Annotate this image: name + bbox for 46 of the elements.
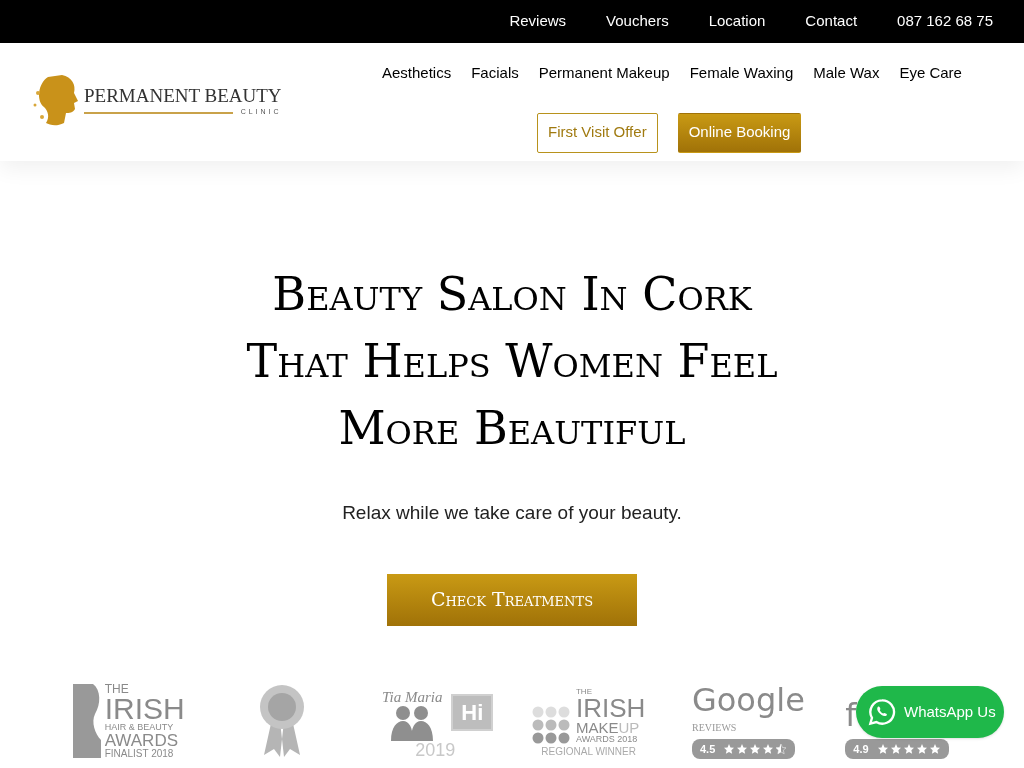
award-text: UP — [618, 720, 640, 735]
nav-link[interactable]: Aesthetics — [382, 62, 452, 85]
hero-title: Beauty Salon In Cork That Helps Women Feel More Beautiful — [246, 266, 778, 457]
top-link[interactable]: 087 162 68 75 — [897, 10, 993, 33]
award-text: AWARDS — [104, 732, 179, 749]
award-text: HAIR & BEAUTY — [104, 723, 175, 732]
top-link[interactable]: Contact — [805, 10, 858, 33]
top-link[interactable]: Vouchers — [606, 10, 669, 33]
star-icon — [723, 742, 736, 755]
hair-silhouette-icon — [72, 684, 101, 758]
top-link[interactable]: Location — [708, 10, 766, 33]
top-link[interactable]: Reviews — [509, 10, 567, 33]
award-text: AWARDS 2018 — [575, 735, 639, 744]
nav-link[interactable]: Female Waxing — [689, 62, 794, 85]
rating-score: 4.5 — [699, 741, 716, 757]
nav-link[interactable]: Male Wax — [813, 62, 880, 85]
star-icon — [736, 742, 749, 755]
award-text: IRISH — [575, 696, 646, 720]
star-icon — [928, 742, 941, 755]
star-icon — [749, 742, 762, 755]
star-icon — [902, 742, 915, 755]
award-text: REGIONAL WINNER — [541, 745, 636, 759]
whatsapp-icon — [868, 698, 896, 726]
nav-link[interactable]: Eye Care — [899, 62, 962, 85]
award-text: THE — [104, 683, 130, 695]
award-text: FINALIST 2018 — [104, 749, 175, 759]
nav-link[interactable]: Facials — [471, 62, 519, 85]
logo-text: PERMANENT BEAUTY — [84, 86, 282, 106]
award-text: REVIEWS — [691, 720, 737, 735]
hero-subtitle: Relax while we take care of your beauty. — [342, 501, 682, 525]
rosette-icon — [258, 683, 306, 759]
rating-score: 4.9 — [853, 741, 869, 757]
award-text: Hi — [451, 694, 494, 731]
nav-link[interactable]: Permanent Makeup — [538, 62, 670, 85]
award-text: Tia Maria — [382, 690, 443, 705]
header-button[interactable]: First Visit Offer — [537, 112, 658, 153]
star-icon — [876, 742, 889, 755]
award-text: MAKE — [575, 720, 619, 735]
award-text: IRISH — [104, 695, 185, 723]
award-text: THE — [575, 688, 593, 696]
award-text: f — [845, 694, 857, 735]
star-icon — [889, 742, 902, 755]
half-star-icon — [775, 742, 788, 755]
award-text: Google — [691, 679, 805, 720]
star-icon — [915, 742, 928, 755]
dots-icon — [531, 706, 572, 744]
